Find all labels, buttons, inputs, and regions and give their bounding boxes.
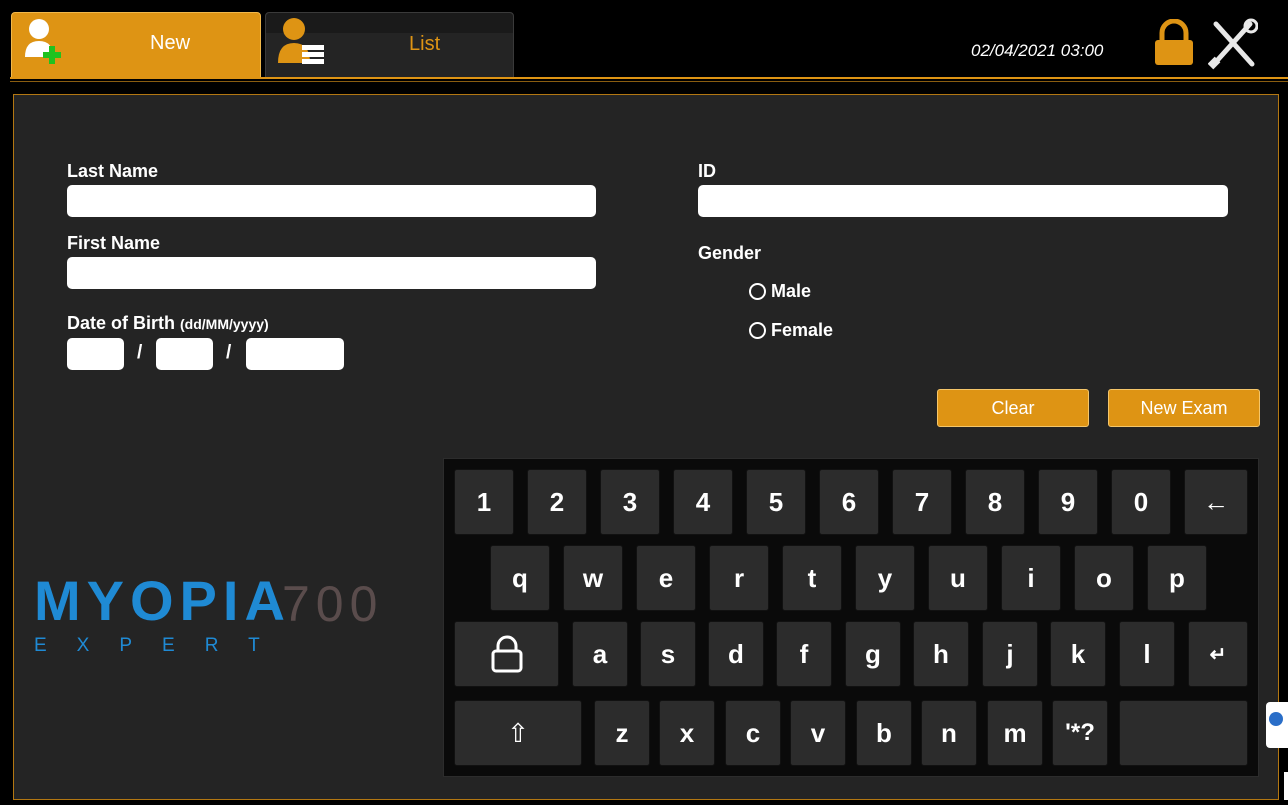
key-s[interactable]: s [640, 621, 696, 687]
key-c[interactable]: c [725, 700, 781, 766]
key-u[interactable]: u [928, 545, 988, 611]
key-y[interactable]: y [855, 545, 915, 611]
key-w[interactable]: w [563, 545, 623, 611]
key-shift[interactable]: ⇧ [454, 700, 582, 766]
key-i[interactable]: i [1001, 545, 1061, 611]
key-f[interactable]: f [776, 621, 832, 687]
key-a[interactable]: a [572, 621, 628, 687]
tab-new-label: New [150, 32, 191, 54]
clear-button[interactable]: Clear [937, 389, 1089, 427]
gender-female-radio[interactable]: Female [749, 320, 833, 341]
key-d[interactable]: d [708, 621, 764, 687]
id-label: ID [698, 161, 716, 181]
dob-day-field[interactable] [67, 338, 124, 370]
dob-separator: / [137, 342, 143, 363]
side-edge-bar [1284, 772, 1288, 800]
add-user-icon [25, 19, 61, 64]
dob-format-hint: (dd/MM/yyyy) [180, 316, 269, 332]
key-z[interactable]: z [594, 700, 650, 766]
key-9[interactable]: 9 [1038, 469, 1098, 535]
key-backspace[interactable]: ← [1184, 469, 1248, 535]
dob-month-field[interactable] [156, 338, 213, 370]
key-2[interactable]: 2 [527, 469, 587, 535]
key-b[interactable]: b [856, 700, 912, 766]
logo-myopia: MYOPIA [34, 569, 291, 632]
header-divider [10, 77, 1288, 79]
remote-support-icon [1269, 712, 1283, 726]
key-enter[interactable]: ↵ [1188, 621, 1248, 687]
key-r[interactable]: r [709, 545, 769, 611]
tab-new[interactable]: New [11, 12, 261, 78]
key-l[interactable]: l [1119, 621, 1175, 687]
first-name-label: First Name [67, 233, 161, 253]
key-g[interactable]: g [845, 621, 901, 687]
key-7[interactable]: 7 [892, 469, 952, 535]
key-3[interactable]: 3 [600, 469, 660, 535]
datetime-display: 02/04/2021 03:00 [971, 41, 1104, 60]
key-4[interactable]: 4 [673, 469, 733, 535]
radio-circle [749, 283, 766, 300]
key-v[interactable]: v [790, 700, 846, 766]
key-5[interactable]: 5 [746, 469, 806, 535]
lock-outline-icon [491, 635, 522, 673]
key-caps-lock[interactable] [454, 621, 559, 687]
female-label: Female [771, 320, 834, 340]
key-h[interactable]: h [913, 621, 969, 687]
key-n[interactable]: n [921, 700, 977, 766]
logo-expert: EXPERT [34, 635, 290, 656]
new-exam-button[interactable]: New Exam [1108, 389, 1260, 427]
dob-year-field[interactable] [246, 338, 344, 370]
on-screen-keyboard: 1 2 3 4 5 6 7 8 9 0 ← q w e r t y u i o … [443, 458, 1259, 777]
key-1[interactable]: 1 [454, 469, 514, 535]
tab-list-label: List [409, 33, 441, 55]
key-q[interactable]: q [490, 545, 550, 611]
tab-list[interactable]: List [265, 12, 514, 78]
remote-support-tab[interactable] [1266, 702, 1288, 748]
id-field[interactable] [698, 185, 1228, 217]
key-m[interactable]: m [987, 700, 1043, 766]
key-space[interactable] [1119, 700, 1248, 766]
header-divider-shadow [10, 81, 1288, 82]
dob-separator: / [226, 342, 232, 363]
gender-male-radio[interactable]: Male [749, 281, 811, 302]
lock-icon[interactable] [1151, 19, 1197, 67]
last-name-label: Last Name [67, 161, 159, 181]
logo-model: 700 [282, 576, 384, 632]
key-k[interactable]: k [1050, 621, 1106, 687]
key-x[interactable]: x [659, 700, 715, 766]
first-name-field[interactable] [67, 257, 596, 289]
key-0[interactable]: 0 [1111, 469, 1171, 535]
dob-label-text: Date of Birth [67, 313, 175, 333]
tools-icon[interactable] [1208, 18, 1258, 70]
key-symbols[interactable]: '*? [1052, 700, 1108, 766]
key-p[interactable]: p [1147, 545, 1207, 611]
key-8[interactable]: 8 [965, 469, 1025, 535]
key-6[interactable]: 6 [819, 469, 879, 535]
user-list-icon [278, 18, 324, 64]
male-label: Male [771, 281, 812, 301]
last-name-field[interactable] [67, 185, 596, 217]
key-e[interactable]: e [636, 545, 696, 611]
key-j[interactable]: j [982, 621, 1038, 687]
key-t[interactable]: t [782, 545, 842, 611]
gender-label: Gender [698, 243, 762, 263]
dob-label: Date of Birth (dd/MM/yyyy) [67, 313, 269, 334]
radio-circle [749, 322, 766, 339]
key-o[interactable]: o [1074, 545, 1134, 611]
